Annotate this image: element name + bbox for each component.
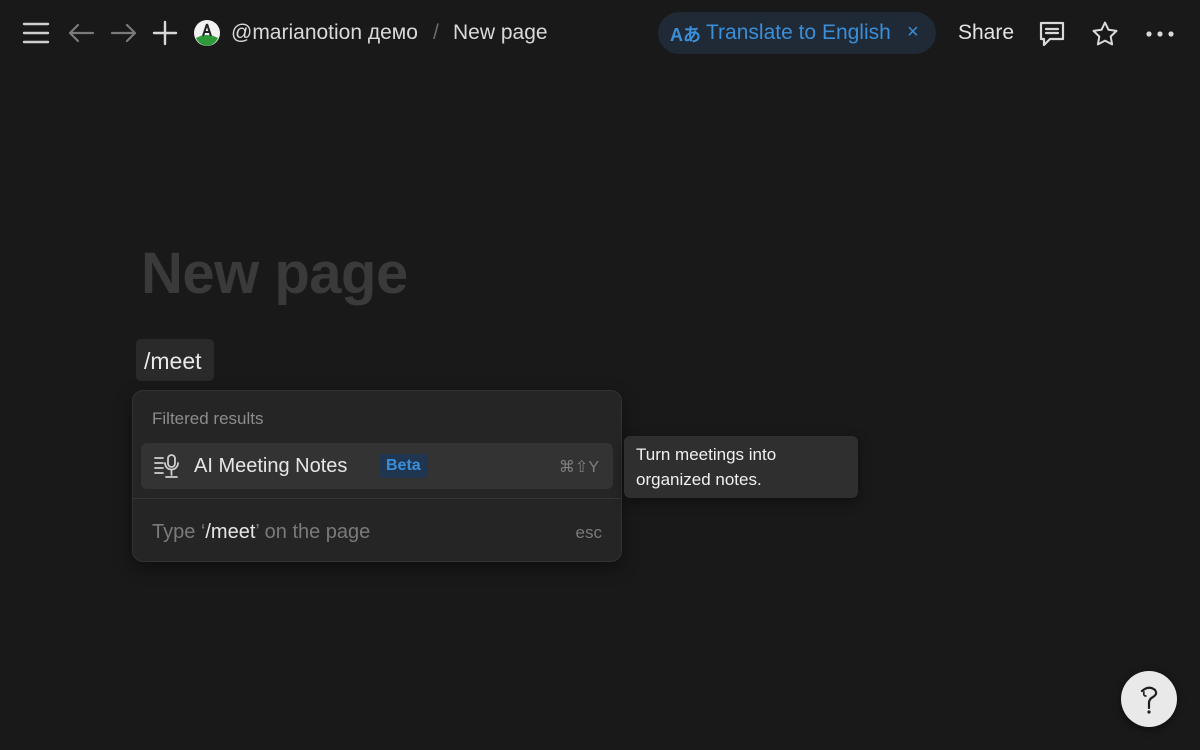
tooltip-line-1: Turn meetings into	[636, 445, 777, 464]
more-options-icon[interactable]	[1144, 24, 1176, 44]
beta-badge: Beta	[379, 454, 428, 478]
favorite-star-icon[interactable]	[1090, 19, 1120, 49]
comment-icon[interactable]	[1037, 19, 1067, 49]
breadcrumb-separator: /	[433, 21, 439, 44]
breadcrumb-workspace[interactable]: @marianotion демо	[231, 21, 418, 45]
help-button[interactable]	[1121, 671, 1177, 727]
translate-icon: Aあ	[670, 25, 701, 45]
breadcrumb-page[interactable]: New page	[453, 21, 548, 45]
top-bar: @marianotion демо / New page Aあ Translat…	[0, 0, 1200, 66]
menu-item-label: AI Meeting Notes	[194, 455, 348, 477]
tooltip-line-2: organized notes.	[636, 470, 762, 489]
item-description-tooltip: Turn meetings into organized notes.	[624, 436, 858, 498]
translate-button-label[interactable]: Translate to English	[706, 21, 891, 45]
slash-command-block[interactable]: /meet	[136, 339, 214, 381]
menu-heading: Filtered results	[152, 409, 264, 428]
slash-command-menu: Filtered results AI Meeting Notes Beta ⌘…	[133, 391, 621, 561]
sidebar-menu-icon[interactable]	[20, 20, 52, 46]
keyboard-shortcut: ⌘⇧Y	[558, 459, 599, 476]
menu-item-ai-meeting-notes[interactable]: AI Meeting Notes Beta ⌘⇧Y	[141, 443, 613, 489]
translate-banner[interactable]: Aあ Translate to English ×	[658, 12, 936, 54]
meeting-notes-icon	[153, 453, 181, 486]
slash-command-text: /meet	[144, 348, 202, 374]
translate-close-icon[interactable]: ×	[907, 21, 919, 44]
forward-arrow-icon[interactable]	[107, 20, 141, 46]
menu-footer-hint: Type ‘/meet’ on the page	[152, 521, 371, 543]
page-title[interactable]: New page	[141, 240, 408, 307]
esc-hint[interactable]: esc	[576, 523, 602, 543]
workspace-avatar[interactable]	[193, 19, 221, 47]
new-page-plus-icon[interactable]	[150, 19, 180, 47]
back-arrow-icon[interactable]	[64, 20, 98, 46]
menu-divider	[133, 498, 621, 499]
share-button[interactable]: Share	[958, 21, 1014, 45]
help-question-icon	[1140, 686, 1158, 714]
